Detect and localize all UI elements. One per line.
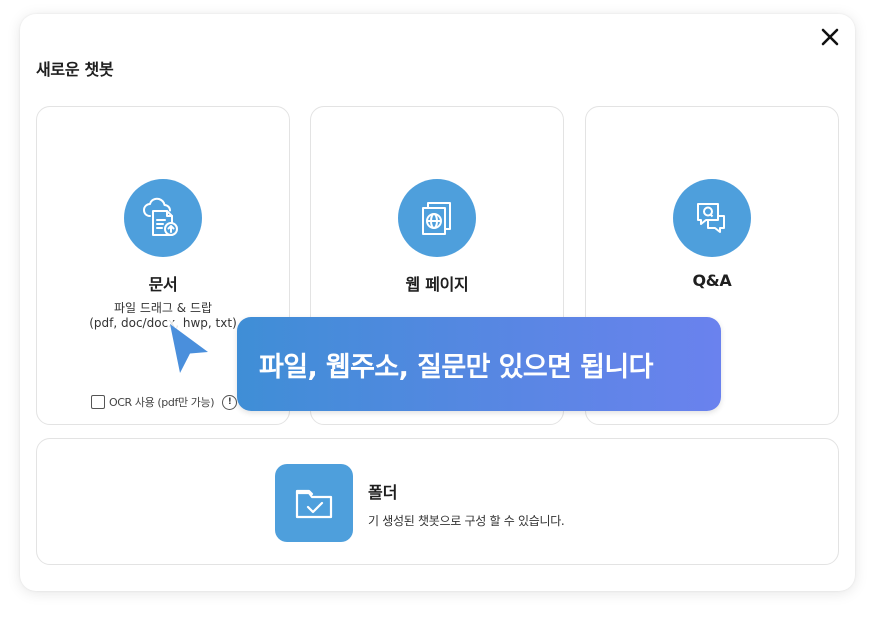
info-icon[interactable]: ! [222, 394, 238, 410]
folder-card[interactable]: 폴더 기 생성된 챗봇으로 구성 할 수 있습니다. [36, 438, 839, 565]
webpage-card-label: 웹 페이지 [405, 275, 469, 294]
cursor-arrow-icon [166, 316, 216, 380]
ocr-checkbox[interactable] [91, 395, 105, 409]
qa-card-label: Q&A [692, 271, 732, 290]
cloud-document-upload-icon [124, 179, 202, 257]
new-chatbot-modal: 새로운 챗봇 문서 파일 드래그 & 드랍 (pdf, doc/docx, hw… [20, 14, 855, 591]
folder-check-icon [275, 464, 353, 542]
feature-tooltip: 파일, 웹주소, 질문만 있으면 됩니다 [237, 317, 721, 411]
document-card-label: 문서 [148, 275, 178, 294]
tooltip-text: 파일, 웹주소, 질문만 있으면 됩니다 [259, 351, 653, 383]
folder-card-label: 폴더 [368, 483, 398, 502]
ocr-option[interactable]: OCR 사용 (pdf만 가능) ! [91, 394, 238, 410]
web-page-globe-icon [398, 179, 476, 257]
qa-chat-bubbles-icon [673, 179, 751, 257]
ocr-label: OCR 사용 (pdf만 가능) [109, 396, 215, 409]
folder-card-desc: 기 생성된 챗봇으로 구성 할 수 있습니다. [368, 514, 565, 528]
modal-title: 새로운 챗봇 [36, 60, 114, 79]
close-icon[interactable] [819, 26, 841, 48]
